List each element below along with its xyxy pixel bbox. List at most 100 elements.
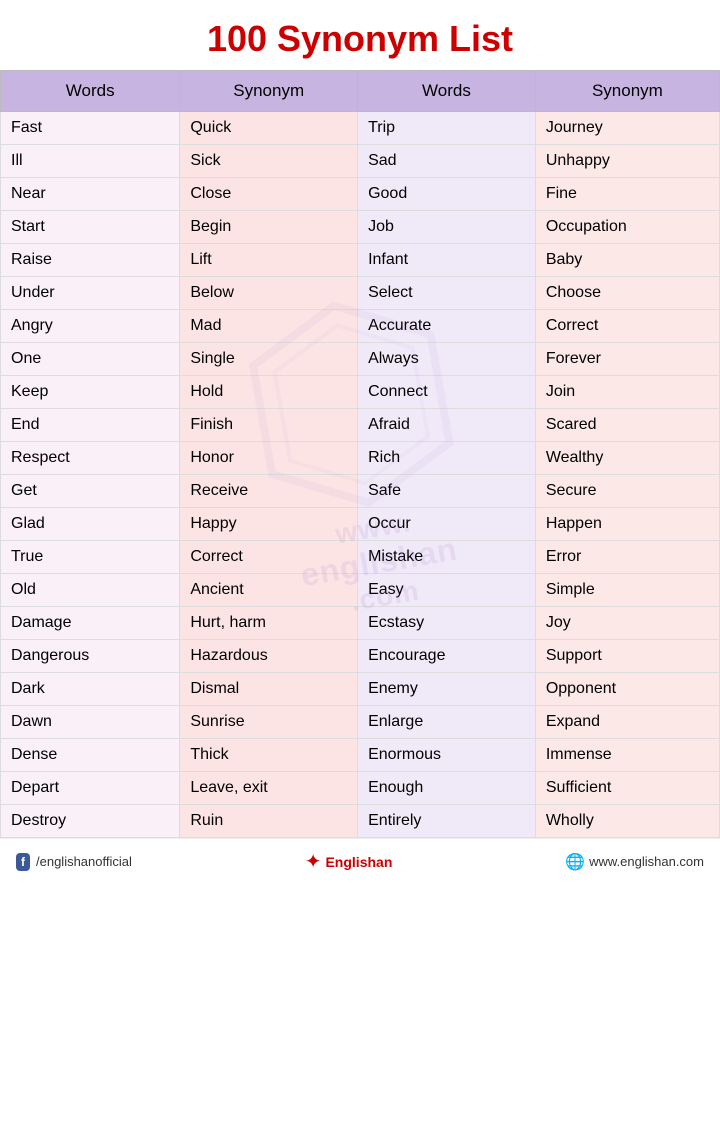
cell-19-2: Enormous: [358, 739, 536, 772]
cell-7-1: Single: [180, 343, 358, 376]
cell-7-0: One: [1, 343, 180, 376]
cell-14-0: Old: [1, 574, 180, 607]
header-col1: Words: [1, 71, 180, 112]
cell-4-2: Infant: [358, 244, 536, 277]
table-row: DestroyRuinEntirelyWholly: [1, 805, 720, 838]
cell-6-0: Angry: [1, 310, 180, 343]
table-row: DamageHurt, harmEcstasyJoy: [1, 607, 720, 640]
cell-9-1: Finish: [180, 409, 358, 442]
cell-2-3: Fine: [535, 178, 719, 211]
footer-brand: ✦ Englishan: [305, 849, 393, 874]
table-row: DarkDismalEnemyOpponent: [1, 673, 720, 706]
cell-13-1: Correct: [180, 541, 358, 574]
footer-social: f /englishanofficial: [16, 853, 132, 871]
table-row: TrueCorrectMistakeError: [1, 541, 720, 574]
cell-16-0: Dangerous: [1, 640, 180, 673]
cell-3-2: Job: [358, 211, 536, 244]
cell-14-3: Simple: [535, 574, 719, 607]
cell-5-0: Under: [1, 277, 180, 310]
cell-11-1: Receive: [180, 475, 358, 508]
table-row: OldAncientEasySimple: [1, 574, 720, 607]
cell-21-3: Wholly: [535, 805, 719, 838]
cell-0-1: Quick: [180, 112, 358, 145]
cell-8-0: Keep: [1, 376, 180, 409]
header-col4: Synonym: [535, 71, 719, 112]
cell-20-3: Sufficient: [535, 772, 719, 805]
globe-icon: 🌐: [565, 852, 585, 872]
cell-13-2: Mistake: [358, 541, 536, 574]
cell-1-2: Sad: [358, 145, 536, 178]
cell-2-0: Near: [1, 178, 180, 211]
table-row: RespectHonorRichWealthy: [1, 442, 720, 475]
facebook-handle: /englishanofficial: [36, 854, 132, 869]
header-col2: Synonym: [180, 71, 358, 112]
cell-11-0: Get: [1, 475, 180, 508]
cell-18-1: Sunrise: [180, 706, 358, 739]
table-row: NearCloseGoodFine: [1, 178, 720, 211]
cell-20-2: Enough: [358, 772, 536, 805]
facebook-icon: f: [16, 853, 30, 871]
cell-9-3: Scared: [535, 409, 719, 442]
cell-0-3: Journey: [535, 112, 719, 145]
cell-5-3: Choose: [535, 277, 719, 310]
cell-15-3: Joy: [535, 607, 719, 640]
cell-17-3: Opponent: [535, 673, 719, 706]
cell-18-0: Dawn: [1, 706, 180, 739]
cell-21-2: Entirely: [358, 805, 536, 838]
footer: f /englishanofficial ✦ Englishan 🌐 www.e…: [0, 838, 720, 884]
cell-19-0: Dense: [1, 739, 180, 772]
cell-11-2: Safe: [358, 475, 536, 508]
table-row: FastQuickTripJourney: [1, 112, 720, 145]
cell-13-3: Error: [535, 541, 719, 574]
cell-20-0: Depart: [1, 772, 180, 805]
cell-2-2: Good: [358, 178, 536, 211]
page: 100 Synonym List www. englishan .com Wor…: [0, 0, 720, 884]
cell-7-2: Always: [358, 343, 536, 376]
table-row: AngryMadAccurateCorrect: [1, 310, 720, 343]
brand-name: Englishan: [325, 854, 392, 870]
cell-16-3: Support: [535, 640, 719, 673]
cell-6-2: Accurate: [358, 310, 536, 343]
table-row: KeepHoldConnectJoin: [1, 376, 720, 409]
cell-5-2: Select: [358, 277, 536, 310]
table-row: DenseThickEnormousImmense: [1, 739, 720, 772]
cell-10-3: Wealthy: [535, 442, 719, 475]
cell-16-2: Encourage: [358, 640, 536, 673]
cell-10-2: Rich: [358, 442, 536, 475]
cell-18-2: Enlarge: [358, 706, 536, 739]
website-url: www.englishan.com: [589, 854, 704, 869]
cell-7-3: Forever: [535, 343, 719, 376]
table-row: EndFinishAfraidScared: [1, 409, 720, 442]
cell-14-2: Easy: [358, 574, 536, 607]
cell-3-0: Start: [1, 211, 180, 244]
table-row: StartBeginJobOccupation: [1, 211, 720, 244]
cell-3-3: Occupation: [535, 211, 719, 244]
cell-13-0: True: [1, 541, 180, 574]
page-title: 100 Synonym List: [0, 0, 720, 70]
cell-21-0: Destroy: [1, 805, 180, 838]
synonym-table: Words Synonym Words Synonym FastQuickTri…: [0, 70, 720, 838]
cell-17-2: Enemy: [358, 673, 536, 706]
table-row: UnderBelowSelectChoose: [1, 277, 720, 310]
cell-12-0: Glad: [1, 508, 180, 541]
cell-4-1: Lift: [180, 244, 358, 277]
cell-2-1: Close: [180, 178, 358, 211]
cell-0-0: Fast: [1, 112, 180, 145]
header-col3: Words: [358, 71, 536, 112]
cell-11-3: Secure: [535, 475, 719, 508]
cell-6-1: Mad: [180, 310, 358, 343]
footer-website: 🌐 www.englishan.com: [565, 852, 704, 872]
cell-15-2: Ecstasy: [358, 607, 536, 640]
cell-17-1: Dismal: [180, 673, 358, 706]
cell-12-1: Happy: [180, 508, 358, 541]
cell-21-1: Ruin: [180, 805, 358, 838]
cell-1-1: Sick: [180, 145, 358, 178]
cell-10-0: Respect: [1, 442, 180, 475]
table-row: RaiseLiftInfantBaby: [1, 244, 720, 277]
cell-9-0: End: [1, 409, 180, 442]
cell-15-0: Damage: [1, 607, 180, 640]
cell-14-1: Ancient: [180, 574, 358, 607]
cell-12-2: Occur: [358, 508, 536, 541]
cell-4-0: Raise: [1, 244, 180, 277]
table-header-row: Words Synonym Words Synonym: [1, 71, 720, 112]
